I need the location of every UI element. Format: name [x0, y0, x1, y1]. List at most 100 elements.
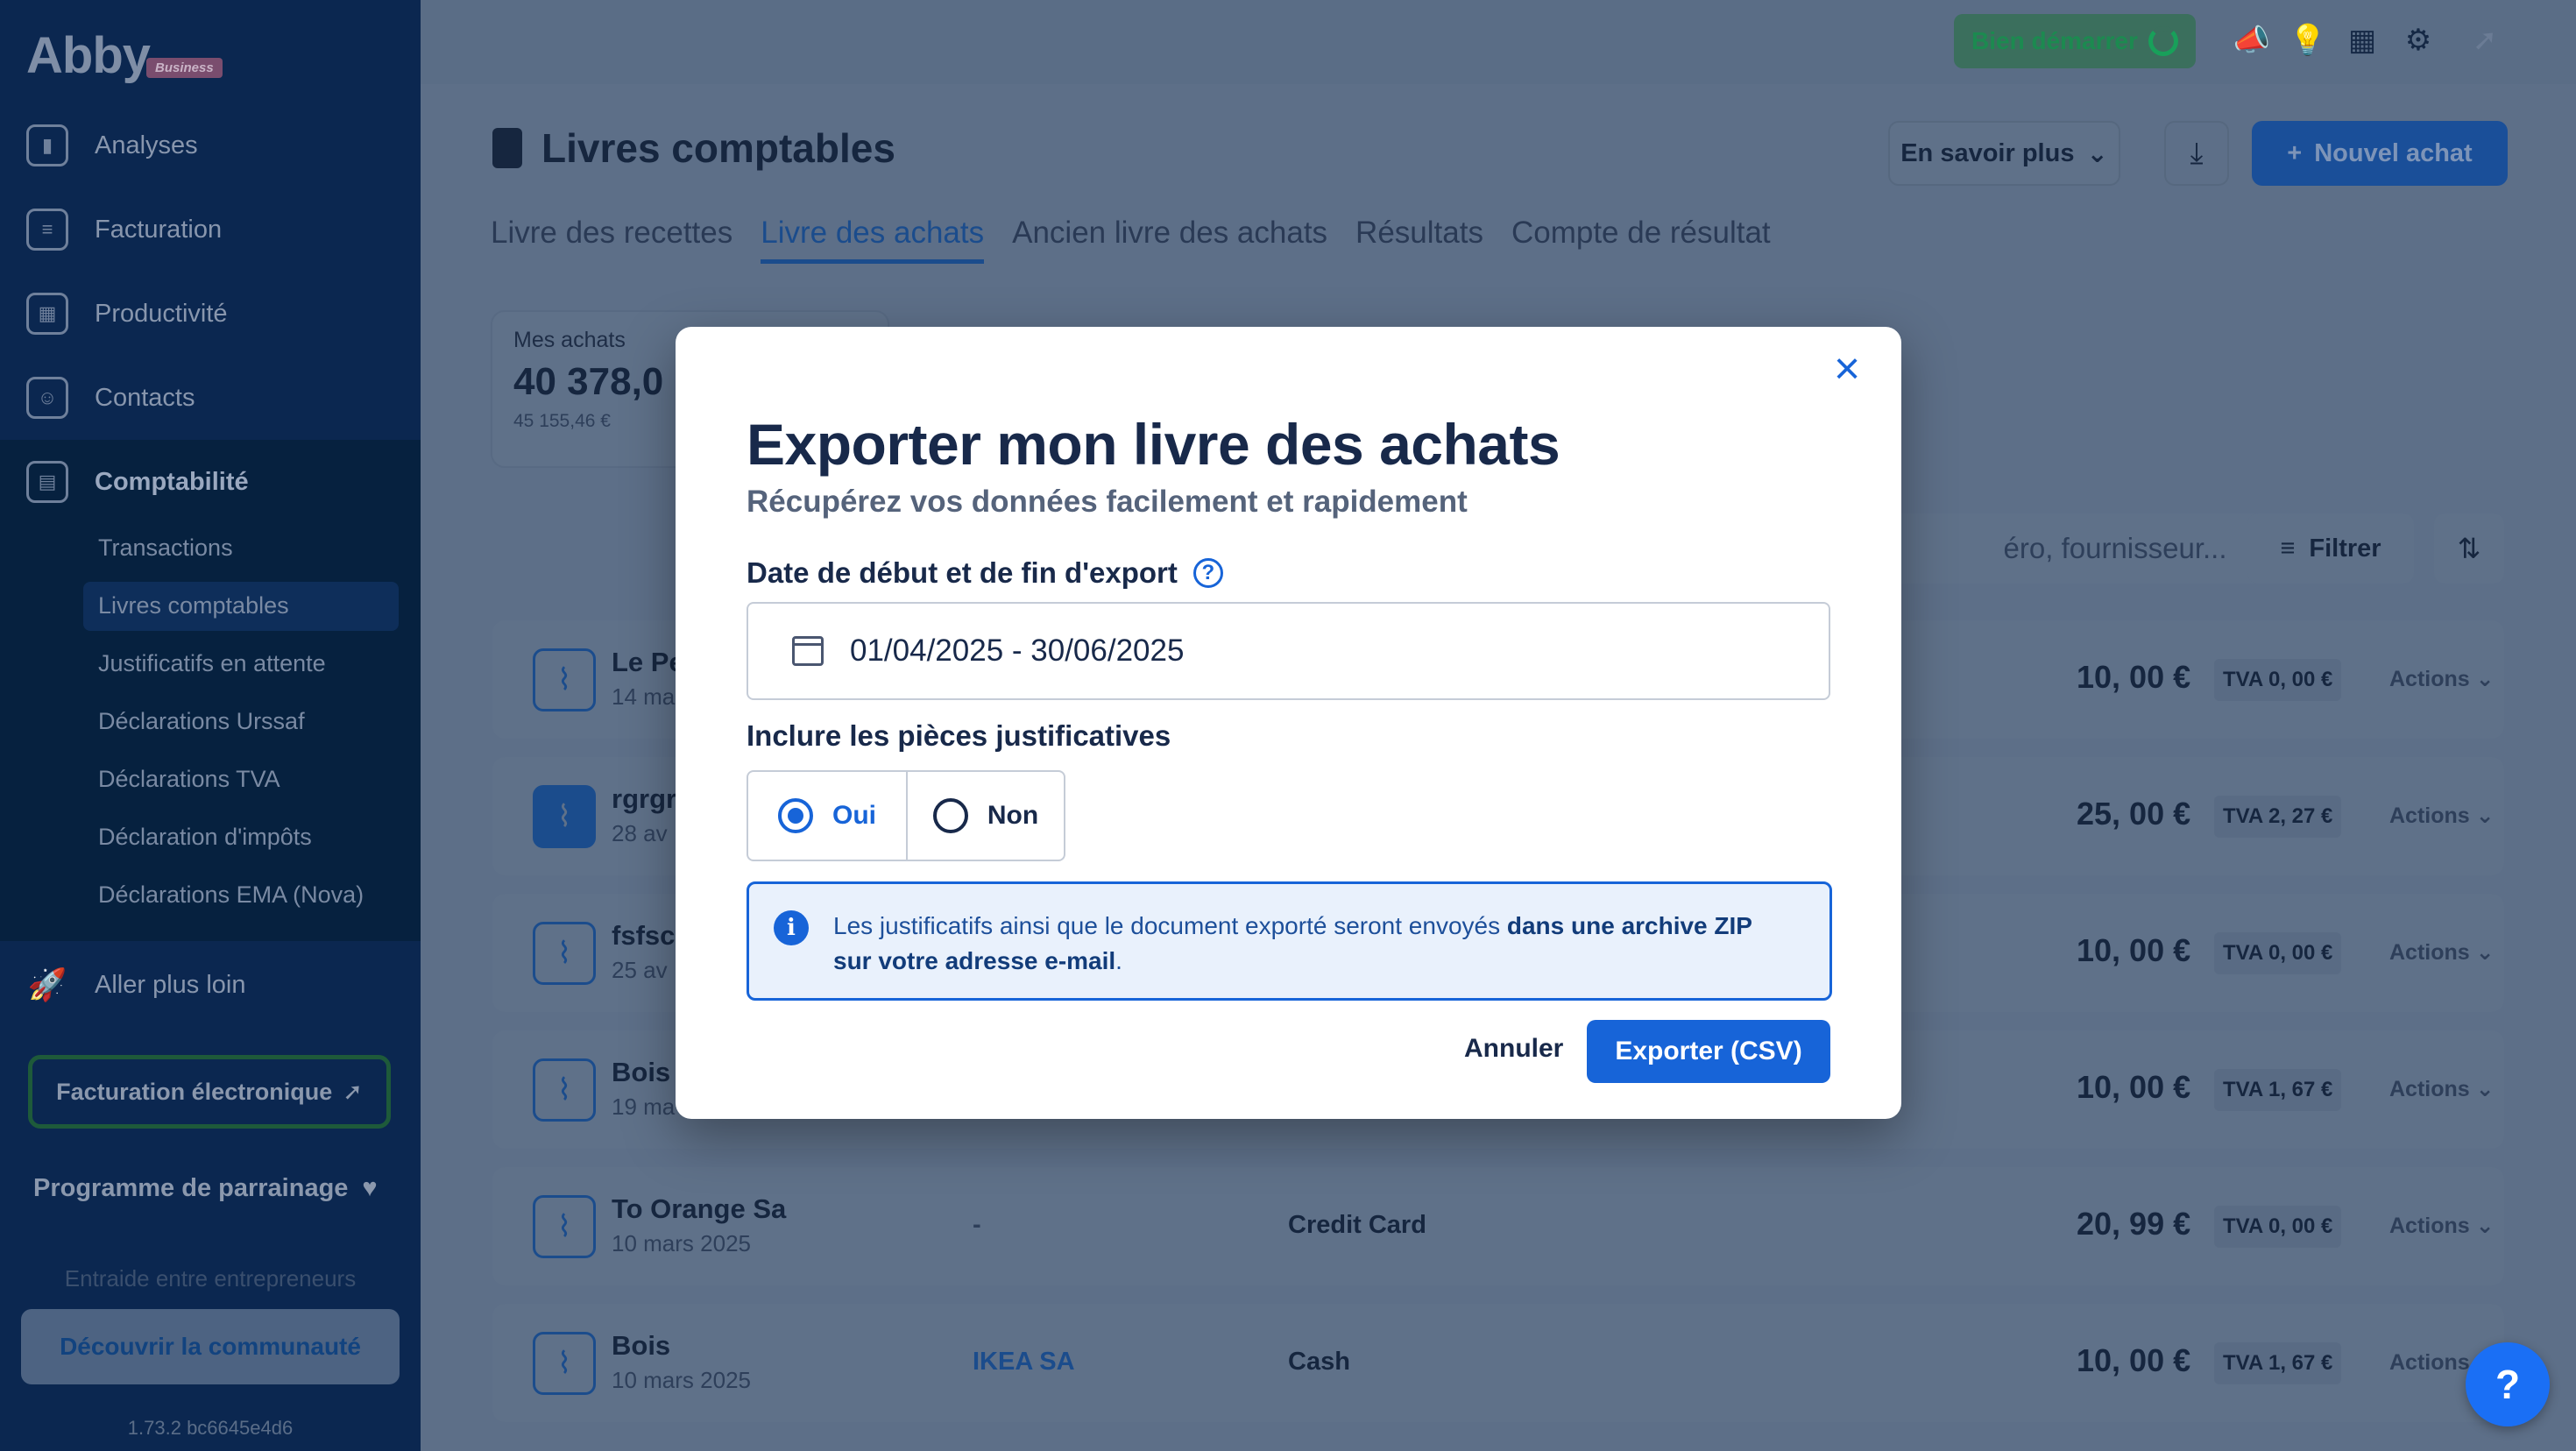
table-row[interactable]: ⌇ Bois 10 mars 2025 IKEA SA Cash 10, 00 …	[492, 1304, 2504, 1422]
rocket-icon: 🚀	[27, 966, 67, 1002]
row-actions[interactable]: Actions ⌄	[2389, 1076, 2495, 1102]
row-name: Le Pe	[612, 647, 684, 677]
tab-compte-resultat[interactable]: Compte de résultat	[1511, 216, 1771, 264]
subitem-justificatifs[interactable]: Justificatifs en attente	[98, 650, 326, 677]
help-circle-icon[interactable]: ?	[1192, 558, 1223, 588]
sidebar-item-label: Comptabilité	[95, 467, 249, 496]
paperclip-icon[interactable]: ⌇	[533, 648, 596, 711]
radio-non[interactable]: Non	[906, 772, 1064, 860]
radio-oui[interactable]: Oui	[748, 772, 906, 860]
paperclip-icon[interactable]: ⌇	[533, 1332, 596, 1395]
sidebar: Abby Business ▮ Analyses ≡ Facturation ▦…	[0, 0, 421, 1451]
nouvel-achat-label: Nouvel achat	[2314, 138, 2473, 167]
row-name: rgrgr	[612, 783, 677, 814]
subitem-ema[interactable]: Déclarations EMA (Nova)	[98, 881, 364, 909]
nouvel-achat-button[interactable]: + Nouvel achat	[2252, 121, 2508, 186]
subitem-transactions[interactable]: Transactions	[98, 534, 233, 562]
row-payment: Credit Card	[1288, 1211, 1426, 1239]
paperclip-icon[interactable]: ⌇	[533, 922, 596, 985]
en-savoir-plus-button[interactable]: En savoir plus ⌄	[1888, 121, 2120, 186]
parrainage-label: Programme de parrainage	[33, 1174, 349, 1202]
subitem-impots[interactable]: Déclaration d'impôts	[98, 824, 312, 851]
row-actions[interactable]: Actions ⌄	[2389, 666, 2495, 692]
calendar-icon[interactable]: ▦	[2339, 18, 2385, 63]
row-tva: TVA 0, 00 €	[2214, 932, 2342, 974]
pieces-radio-group: Oui Non	[747, 770, 1065, 861]
heart-icon: ♥	[362, 1174, 378, 1202]
row-date: 25 av	[612, 957, 668, 983]
paperclip-icon[interactable]: ⌇	[533, 1195, 596, 1258]
help-button[interactable]: ?	[2466, 1342, 2550, 1426]
tab-resultats[interactable]: Résultats	[1355, 216, 1483, 264]
filter-label: Filtrer	[2309, 534, 2381, 563]
progress-ring-icon	[2148, 26, 2178, 56]
info-text-end: .	[1115, 947, 1122, 974]
filter-button[interactable]: ≡ Filtrer	[2247, 513, 2414, 584]
sidebar-item-comptabilite[interactable]: ▤ Comptabilité	[26, 456, 249, 508]
subitem-urssaf[interactable]: Déclarations Urssaf	[98, 708, 305, 735]
radio-checked-icon	[778, 798, 813, 833]
row-supplier[interactable]: IKEA SA	[973, 1348, 1075, 1377]
tab-livre-recettes[interactable]: Livre des recettes	[491, 216, 732, 264]
info-icon: i	[774, 910, 809, 945]
brand-logo[interactable]: Abby Business	[26, 26, 223, 85]
tab-ancien-livre-achats[interactable]: Ancien livre des achats	[1012, 216, 1327, 264]
tab-livre-achats[interactable]: Livre des achats	[761, 216, 985, 264]
megaphone-icon[interactable]: 📣	[2229, 18, 2275, 63]
sort-button[interactable]: ⇅	[2434, 513, 2504, 584]
sidebar-item-label: Contacts	[95, 383, 195, 412]
gear-icon[interactable]: ⚙	[2396, 18, 2441, 63]
sidebar-item-label: Analyses	[95, 131, 198, 159]
calendar-icon	[792, 636, 824, 666]
info-text: Les justificatifs ainsi que le document …	[833, 912, 1507, 939]
close-icon[interactable]: ×	[1826, 346, 1868, 392]
row-amount: 10, 00 €	[2077, 932, 2191, 968]
sidebar-item-label: Aller plus loin	[95, 970, 246, 999]
bien-demarrer-button[interactable]: Bien démarrer	[1954, 14, 2196, 68]
facturation-electronique-button[interactable]: Facturation électronique ➚	[28, 1055, 391, 1129]
subitem-tva[interactable]: Déclarations TVA	[98, 766, 280, 793]
help-label: ?	[2495, 1362, 2521, 1407]
row-actions-label: Actions	[2389, 1350, 2470, 1375]
logo-tag: Business	[146, 58, 223, 78]
sidebar-item-aller-plus-loin[interactable]: 🚀 Aller plus loin	[26, 959, 246, 1011]
date-range-field[interactable]: 01/04/2025 - 30/06/2025	[747, 602, 1830, 700]
subitem-livres-comptables[interactable]: Livres comptables	[98, 592, 289, 619]
row-date: 10 mars 2025	[612, 1367, 751, 1393]
info-banner: i Les justificatifs ainsi que le documen…	[747, 881, 1832, 1001]
decouvrir-communaute-button[interactable]: Découvrir la communauté	[21, 1309, 400, 1384]
sidebar-item-facturation[interactable]: ≡ Facturation	[26, 203, 222, 256]
lightbulb-icon[interactable]: 💡	[2285, 18, 2331, 63]
row-actions[interactable]: Actions ⌄	[2389, 1213, 2495, 1239]
paperclip-icon[interactable]: ⌇	[533, 785, 596, 848]
parrainage-link[interactable]: Programme de parrainage ♥	[33, 1174, 378, 1203]
download-button[interactable]: ⤓	[2164, 121, 2229, 186]
export-csv-button[interactable]: Exporter (CSV)	[1587, 1020, 1830, 1083]
paperclip-icon[interactable]: ⌇	[533, 1058, 596, 1122]
search-placeholder: éro, fournisseur...	[2003, 532, 2227, 564]
row-actions[interactable]: Actions ⌄	[2389, 939, 2495, 966]
sort-icon: ⇅	[2457, 533, 2481, 564]
row-tva: TVA 2, 27 €	[2214, 796, 2342, 838]
sidebar-item-productivite[interactable]: ▦ Productivité	[26, 287, 228, 340]
grid-icon: ▦	[26, 293, 68, 335]
download-icon: ⤓	[2190, 136, 2204, 170]
radio-oui-label: Oui	[832, 801, 876, 830]
pieces-justificatives-label: Inclure les pièces justificatives	[747, 719, 1171, 752]
logo-text: Abby	[26, 27, 151, 84]
sidebar-item-analyses[interactable]: ▮ Analyses	[26, 119, 198, 172]
row-actions[interactable]: Actions ⌄	[2389, 803, 2495, 829]
row-name: fsfsc	[612, 920, 676, 951]
sidebar-item-label: Facturation	[95, 215, 223, 244]
en-savoir-plus-label: En savoir plus	[1900, 138, 2075, 167]
row-amount: 10, 00 €	[2077, 1342, 2191, 1378]
plus-icon: +	[2287, 138, 2303, 167]
row-amount: 10, 00 €	[2077, 659, 2191, 695]
cancel-button[interactable]: Annuler	[1438, 1017, 1589, 1080]
comptabilite-section	[0, 440, 421, 941]
rocket-icon[interactable]: ➚	[2462, 18, 2508, 63]
sidebar-item-contacts[interactable]: ☺ Contacts	[26, 372, 195, 424]
table-row[interactable]: ⌇ To Orange Sa 10 mars 2025 - Credit Car…	[492, 1167, 2504, 1285]
facturation-electronique-label: Facturation électronique	[56, 1078, 333, 1105]
row-actions-label: Actions	[2389, 940, 2470, 965]
